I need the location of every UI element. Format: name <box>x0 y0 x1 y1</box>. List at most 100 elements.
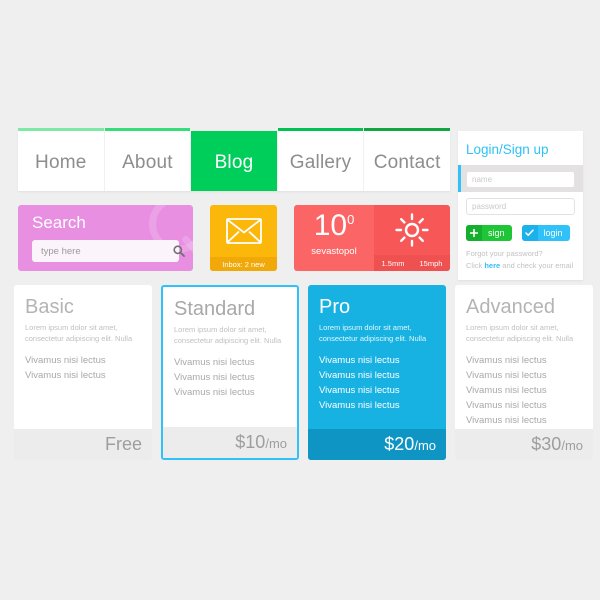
pricing-card-advanced[interactable]: Advanced Lorem ipsum dolor sit amet, con… <box>455 285 593 460</box>
card-feature: Vivamus nisi lectus <box>319 400 400 411</box>
check-email-line: Click here and check your email <box>466 260 575 272</box>
search-widget: Search <box>18 205 193 271</box>
nav-accent-bar <box>104 128 191 131</box>
login-button[interactable]: login <box>521 225 570 241</box>
card-price: Free <box>105 434 142 455</box>
card-body: Basic Lorem ipsum dolor sit amet, consec… <box>14 285 152 429</box>
login-panel-footer: Forgot your password? Click here and che… <box>458 246 583 280</box>
name-field-row <box>458 165 583 192</box>
card-feature: Vivamus nisi lectus <box>319 370 400 381</box>
card-title: Standard <box>174 298 256 320</box>
card-feature: Vivamus nisi lectus <box>25 355 106 366</box>
weather-temperature-value: 10 <box>313 209 348 242</box>
card-feature: Vivamus nisi lectus <box>466 415 547 426</box>
login-actions: sign login <box>458 219 583 246</box>
here-link[interactable]: here <box>484 261 500 270</box>
mail-widget[interactable]: Inbox: 2 new <box>210 205 277 271</box>
card-footer: $20/mo <box>308 429 446 460</box>
card-body: Advanced Lorem ipsum dolor sit amet, con… <box>455 285 593 429</box>
check-email-suffix: and check your email <box>500 261 574 270</box>
password-field-row <box>458 192 583 219</box>
card-body: Pro Lorem ipsum dolor sit amet, consecte… <box>308 285 446 429</box>
mail-inbox-status: Inbox: 2 new <box>210 257 277 271</box>
card-title: Pro <box>319 296 351 318</box>
pricing-card-pro[interactable]: Pro Lorem ipsum dolor sit amet, consecte… <box>308 285 446 460</box>
nav-item-contact[interactable]: Contact <box>364 128 450 191</box>
card-description: Lorem ipsum dolor sit amet, consectetur … <box>466 323 574 343</box>
card-footer: $10/mo <box>163 427 297 458</box>
card-description: Lorem ipsum dolor sit amet, consectetur … <box>25 323 133 343</box>
card-price-period: /mo <box>265 436 287 451</box>
card-price: $30/mo <box>531 434 583 455</box>
name-input[interactable] <box>466 171 575 188</box>
card-price-period: /mo <box>561 438 583 453</box>
card-description: Lorem ipsum dolor sit amet, consectetur … <box>319 323 427 343</box>
weather-wind: 15mph <box>419 258 443 268</box>
card-price-amount: $20 <box>384 434 415 454</box>
search-input[interactable] <box>32 245 173 257</box>
nav-item-home[interactable]: Home <box>18 128 105 191</box>
weather-stats: 1.5mm 15mph <box>374 255 450 271</box>
card-feature: Vivamus nisi lectus <box>466 370 547 381</box>
card-title: Advanced <box>466 296 555 318</box>
focus-indicator-bar <box>458 165 461 192</box>
login-panel-title: Login/Sign up <box>466 142 549 157</box>
card-feature-list: Vivamus nisi lectus Vivamus nisi lectus … <box>466 353 582 428</box>
nav-item-label: About <box>122 151 173 173</box>
nav-item-label: Contact <box>373 151 441 173</box>
forgot-password-link[interactable]: Forgot your password? <box>466 248 575 260</box>
card-footer: Free <box>14 429 152 460</box>
card-feature: Vivamus nisi lectus <box>174 357 255 368</box>
card-feature: Vivamus nisi lectus <box>319 385 400 396</box>
nav-item-label: Gallery <box>289 151 352 173</box>
magnifier-icon[interactable] <box>173 245 193 257</box>
nav-item-gallery[interactable]: Gallery <box>277 128 365 191</box>
card-price-amount: $30 <box>531 434 562 454</box>
check-email-prefix: Click <box>466 261 485 270</box>
main-navigation: Home About Blog Gallery Contact <box>18 128 450 191</box>
search-box <box>32 240 185 262</box>
card-price-amount: $10 <box>235 432 266 452</box>
login-button-label: login <box>543 228 563 238</box>
card-feature: Vivamus nisi lectus <box>174 372 255 383</box>
nav-item-label: Blog <box>214 151 254 173</box>
card-feature-list: Vivamus nisi lectus Vivamus nisi lectus … <box>319 353 435 413</box>
login-signup-panel: Login/Sign up sign login Forgot <box>458 131 583 280</box>
nav-item-label: Home <box>35 151 87 173</box>
card-feature: Vivamus nisi lectus <box>174 387 255 398</box>
card-feature: Vivamus nisi lectus <box>466 355 547 366</box>
weather-rainfall: 1.5mm <box>381 258 405 268</box>
pricing-card-standard[interactable]: Standard Lorem ipsum dolor sit amet, con… <box>161 285 299 460</box>
envelope-icon <box>210 205 277 257</box>
weather-degree-symbol: 0 <box>347 212 355 227</box>
card-title: Basic <box>25 296 74 318</box>
ui-kit-page: Home About Blog Gallery Contact Login/Si… <box>0 0 600 600</box>
weather-temperature: 100 <box>314 209 355 243</box>
search-widget-title: Search <box>32 213 86 232</box>
nav-item-blog[interactable]: Blog <box>191 131 278 191</box>
check-icon <box>521 225 538 241</box>
card-price-period: /mo <box>414 438 436 453</box>
pricing-card-basic[interactable]: Basic Lorem ipsum dolor sit amet, consec… <box>14 285 152 460</box>
weather-widget: 100 sevastopol 1.5mm 15mph <box>294 205 450 271</box>
card-feature: Vivamus nisi lectus <box>319 355 400 366</box>
nav-accent-bar <box>364 128 450 131</box>
card-feature-list: Vivamus nisi lectus Vivamus nisi lectus <box>25 353 141 383</box>
sign-button[interactable]: sign <box>466 225 512 241</box>
card-feature-list: Vivamus nisi lectus Vivamus nisi lectus … <box>174 355 286 400</box>
card-body: Standard Lorem ipsum dolor sit amet, con… <box>163 287 297 427</box>
weather-condition-panel: 1.5mm 15mph <box>374 205 450 271</box>
nav-item-about[interactable]: About <box>104 128 192 191</box>
nav-accent-bar <box>18 128 104 131</box>
card-feature: Vivamus nisi lectus <box>466 400 547 411</box>
card-feature: Vivamus nisi lectus <box>466 385 547 396</box>
nav-accent-bar <box>277 128 364 131</box>
password-input[interactable] <box>466 198 575 215</box>
card-price: $20/mo <box>384 434 436 455</box>
card-feature: Vivamus nisi lectus <box>25 370 106 381</box>
weather-temperature-panel: 100 sevastopol <box>294 205 374 271</box>
card-description: Lorem ipsum dolor sit amet, consectetur … <box>174 325 282 345</box>
card-price-amount: Free <box>104 434 142 454</box>
card-footer: $30/mo <box>455 429 593 460</box>
sign-button-label: sign <box>488 228 505 238</box>
